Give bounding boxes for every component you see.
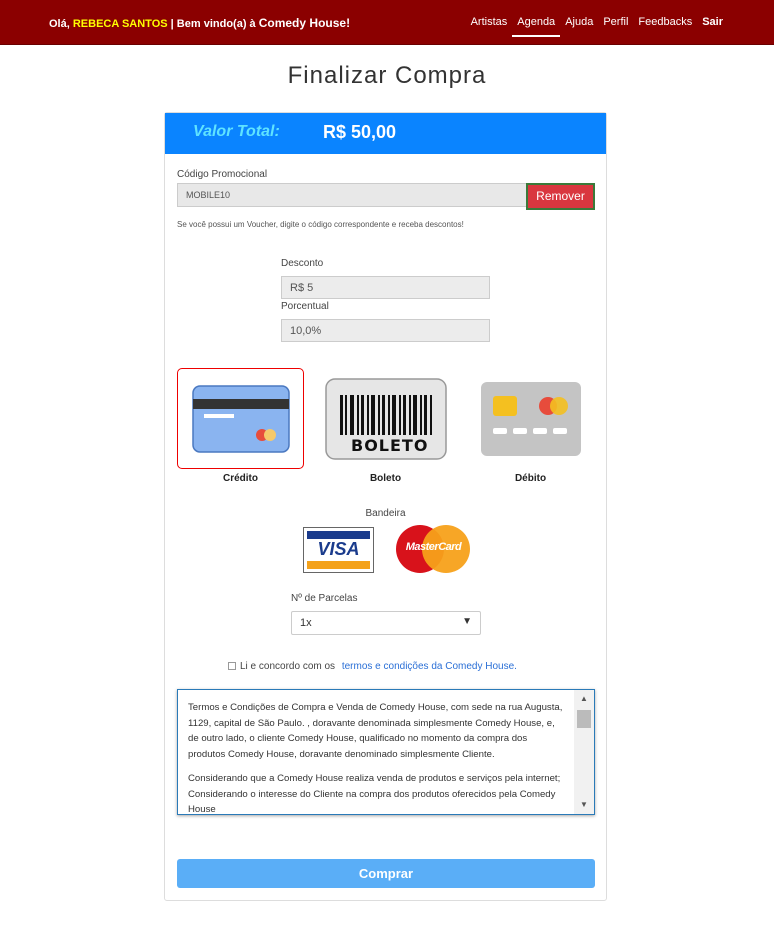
terms-agreement: Li e concordo com os termos e condições … — [228, 661, 517, 672]
terms-link[interactable]: termos e condições da Comedy House. — [342, 661, 517, 672]
user-name: REBECA SANTOS — [72, 18, 168, 30]
discount-field: R$ 5 — [281, 276, 490, 299]
visa-logo[interactable]: VISA — [303, 527, 374, 573]
terms-scrollbar[interactable]: ▲ ▼ — [574, 690, 594, 814]
page-title: Finalizar Compra — [287, 62, 487, 89]
terms-checkbox[interactable] — [228, 662, 236, 670]
promo-hint: Se você possui um Voucher, digite o códi… — [177, 220, 464, 229]
terms-text: Termos e Condições de Compra e Venda de … — [188, 700, 566, 815]
chevron-down-icon: ▼ — [462, 616, 472, 627]
percent-label: Porcentual — [281, 301, 329, 312]
scroll-thumb[interactable] — [577, 710, 591, 728]
discount-label: Desconto — [281, 258, 324, 269]
nav-agenda[interactable]: Agenda — [512, 15, 561, 37]
greeting: Olá, REBECA SANTOS | Bem vindo(a) à Come… — [49, 16, 350, 30]
payment-option-credito[interactable]: Crédito — [177, 368, 304, 484]
top-navbar: Olá, REBECA SANTOS | Bem vindo(a) à Come… — [0, 0, 774, 45]
promo-label: Código Promocional — [177, 169, 268, 180]
brand-name: Comedy House! — [258, 16, 351, 30]
main-nav: Artistas Agenda Ajuda Perfil Feedbacks S… — [466, 15, 728, 37]
nav-sair[interactable]: Sair — [697, 15, 728, 37]
greeting-mid: | Bem vindo(a) à — [170, 18, 256, 30]
payment-option-boleto[interactable]: Boleto — [322, 368, 449, 484]
credit-card-frame — [177, 368, 304, 469]
installments-label: Nº de Parcelas — [291, 593, 358, 604]
total-label: Valor Total: — [193, 123, 280, 140]
terms-textarea[interactable]: Termos e Condições de Compra e Venda de … — [177, 689, 595, 815]
mastercard-text: MasterCard — [405, 541, 462, 553]
boleto-text: BOLETO — [351, 436, 429, 455]
greeting-prefix: Olá, — [49, 18, 70, 30]
nav-ajuda[interactable]: Ajuda — [560, 15, 598, 37]
scroll-up-icon[interactable]: ▲ — [574, 692, 594, 706]
visa-text: VISA — [317, 539, 360, 559]
payment-label-debito: Débito — [514, 473, 547, 484]
payment-label-credito: Crédito — [223, 473, 258, 484]
total-value: R$ 50,00 — [323, 122, 397, 142]
buy-button[interactable]: Comprar — [177, 859, 595, 888]
promo-code-input[interactable]: MOBILE10 — [177, 183, 527, 207]
terms-paragraph: Considerando que a Comedy House realiza … — [188, 773, 561, 815]
nav-feedbacks[interactable]: Feedbacks — [633, 15, 697, 37]
terms-agree-text: Li e concordo com os — [240, 661, 336, 672]
terms-paragraph: Termos e Condições de Compra e Venda de … — [188, 702, 563, 760]
nav-perfil[interactable]: Perfil — [598, 15, 633, 37]
payment-option-debito[interactable]: Débito — [467, 368, 594, 484]
payment-label-boleto: Boleto — [369, 473, 402, 484]
installments-select[interactable]: 1x ▼ — [291, 611, 481, 635]
mastercard-logo[interactable]: MasterCard — [396, 525, 471, 573]
percent-field: 10,0% — [281, 319, 490, 342]
scroll-down-icon[interactable]: ▼ — [574, 798, 594, 812]
checkout-card: Valor Total: R$ 50,00 Código Promocional… — [164, 112, 607, 901]
debit-card-frame — [467, 368, 594, 469]
bandeira-label: Bandeira — [365, 508, 406, 519]
debit-card-icon — [480, 381, 581, 456]
installments-value: 1x — [300, 617, 312, 629]
remove-promo-button[interactable]: Remover — [526, 183, 595, 210]
nav-artistas[interactable]: Artistas — [466, 15, 513, 37]
credit-card-icon — [191, 384, 290, 453]
total-header: Valor Total: R$ 50,00 — [165, 113, 606, 154]
